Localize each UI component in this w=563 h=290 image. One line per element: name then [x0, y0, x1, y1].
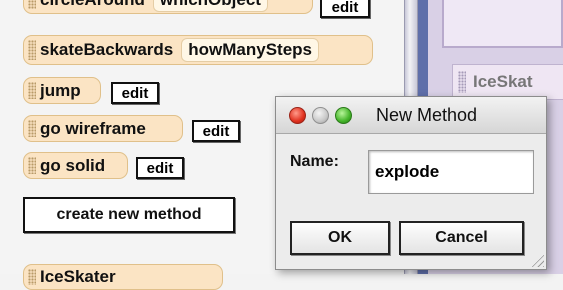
name-label: Name: — [290, 153, 339, 170]
method-tile-label: circleAround — [40, 0, 145, 10]
ice-skater-tile-label: IceSkater — [40, 267, 116, 286]
resize-grip-icon[interactable] — [530, 253, 544, 267]
method-tile-label: jump — [40, 80, 81, 100]
ice-skater-tile[interactable]: IceSkater — [23, 264, 223, 290]
close-window-icon[interactable] — [289, 107, 306, 124]
drag-grip-icon[interactable] — [28, 120, 36, 137]
ice-skater-object-tile[interactable]: IceSkat — [452, 64, 563, 100]
edit-go-wireframe-button[interactable]: edit — [192, 120, 240, 142]
edit-circle-around-button[interactable]: edit — [320, 0, 370, 18]
create-new-method-button[interactable]: create new method — [23, 197, 235, 233]
editor-block — [442, 0, 563, 48]
method-tile-label: go wireframe — [40, 118, 146, 138]
drag-grip-icon[interactable] — [28, 157, 36, 174]
new-method-dialog: New Method Name: OK Cancel — [275, 96, 547, 270]
drag-grip-icon[interactable] — [28, 0, 36, 9]
edit-go-solid-button[interactable]: edit — [136, 157, 184, 179]
minimize-window-icon[interactable] — [312, 107, 329, 124]
method-tile-jump[interactable]: jump — [23, 77, 101, 104]
method-tile-circle-around[interactable]: circleAround whichObject — [23, 0, 313, 14]
drag-grip-icon[interactable] — [28, 82, 36, 99]
ice-skater-object-label: IceSkat — [473, 72, 533, 91]
parameter-tile[interactable]: howManySteps — [181, 38, 320, 62]
method-tile-skate-backwards[interactable]: skateBackwards howManySteps — [23, 35, 373, 65]
method-tile-label: go solid — [40, 155, 106, 175]
method-name-input[interactable] — [368, 150, 534, 194]
method-tile-go-wireframe[interactable]: go wireframe — [23, 115, 183, 142]
zoom-window-icon[interactable] — [335, 107, 352, 124]
cancel-button[interactable]: Cancel — [399, 221, 524, 255]
dialog-titlebar[interactable]: New Method — [276, 97, 546, 134]
method-tile-label: skateBackwards — [40, 40, 174, 59]
edit-jump-button[interactable]: edit — [111, 82, 159, 104]
drag-grip-icon[interactable] — [28, 269, 36, 285]
method-tile-go-solid[interactable]: go solid — [23, 152, 128, 179]
drag-grip-icon[interactable] — [458, 71, 466, 93]
ok-button[interactable]: OK — [290, 221, 390, 255]
drag-grip-icon[interactable] — [28, 40, 36, 60]
parameter-tile[interactable]: whichObject — [152, 0, 268, 12]
dialog-title: New Method — [376, 105, 478, 125]
